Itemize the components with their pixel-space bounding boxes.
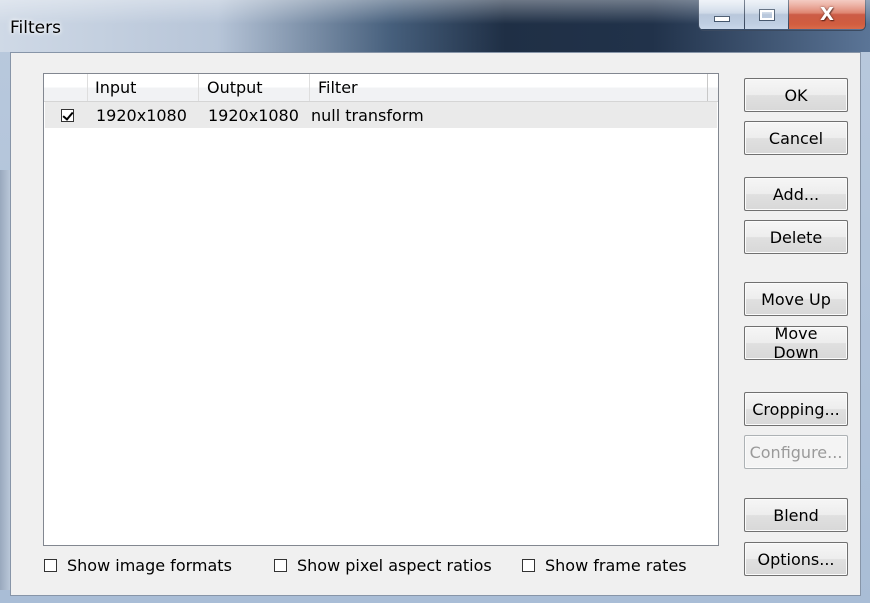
cropping-button[interactable]: Cropping... — [744, 392, 848, 426]
row-enabled-checkbox[interactable] — [60, 108, 74, 122]
window-left-edge — [0, 170, 10, 590]
window-title: Filters — [10, 18, 61, 38]
row-filter: null transform — [311, 105, 424, 125]
list-header: Input Output Filter — [44, 74, 718, 102]
options-button[interactable]: Options... — [744, 542, 848, 576]
show-pixel-aspect-ratios-checkbox[interactable] — [274, 559, 287, 572]
column-header-filter[interactable]: Filter — [310, 74, 708, 101]
maximize-icon — [758, 8, 775, 21]
column-header-output[interactable]: Output — [199, 74, 310, 101]
show-image-formats-label: Show image formats — [67, 556, 232, 575]
filters-window: Filters X Input Output Filter 1920x1080 … — [0, 0, 870, 603]
title-bar[interactable]: Filters X — [0, 0, 870, 52]
show-pixel-aspect-ratios-option[interactable]: Show pixel aspect ratios — [274, 556, 492, 575]
minimize-icon — [713, 15, 730, 22]
row-enabled-cell — [45, 108, 89, 122]
column-header-input[interactable]: Input — [88, 74, 199, 101]
close-button[interactable]: X — [789, 0, 865, 29]
row-input: 1920x1080 — [96, 105, 187, 125]
show-frame-rates-label: Show frame rates — [545, 556, 687, 575]
show-frame-rates-option[interactable]: Show frame rates — [522, 556, 687, 575]
row-output: 1920x1080 — [208, 105, 299, 125]
column-header-enabled[interactable] — [44, 74, 88, 101]
dialog-client-area: Input Output Filter 1920x1080 1920x1080 … — [10, 52, 861, 596]
ok-button[interactable]: OK — [744, 78, 848, 112]
caption-buttons: X — [698, 0, 866, 31]
show-frame-rates-checkbox[interactable] — [522, 559, 535, 572]
cancel-button[interactable]: Cancel — [744, 121, 848, 155]
delete-button[interactable]: Delete — [744, 220, 848, 254]
show-image-formats-checkbox[interactable] — [44, 559, 57, 572]
show-image-formats-option[interactable]: Show image formats — [44, 556, 232, 575]
filter-list[interactable]: Input Output Filter 1920x1080 1920x1080 … — [43, 73, 719, 546]
close-icon: X — [820, 4, 834, 25]
list-item[interactable]: 1920x1080 1920x1080 null transform — [45, 102, 717, 128]
configure-button[interactable]: Configure... — [744, 435, 848, 469]
show-pixel-aspect-ratios-label: Show pixel aspect ratios — [297, 556, 492, 575]
move-down-button[interactable]: Move Down — [744, 324, 848, 362]
minimize-button[interactable] — [699, 0, 745, 29]
add-button[interactable]: Add... — [744, 177, 848, 211]
move-up-button[interactable]: Move Up — [744, 282, 848, 316]
maximize-button[interactable] — [745, 0, 789, 29]
blend-button[interactable]: Blend — [744, 498, 848, 532]
